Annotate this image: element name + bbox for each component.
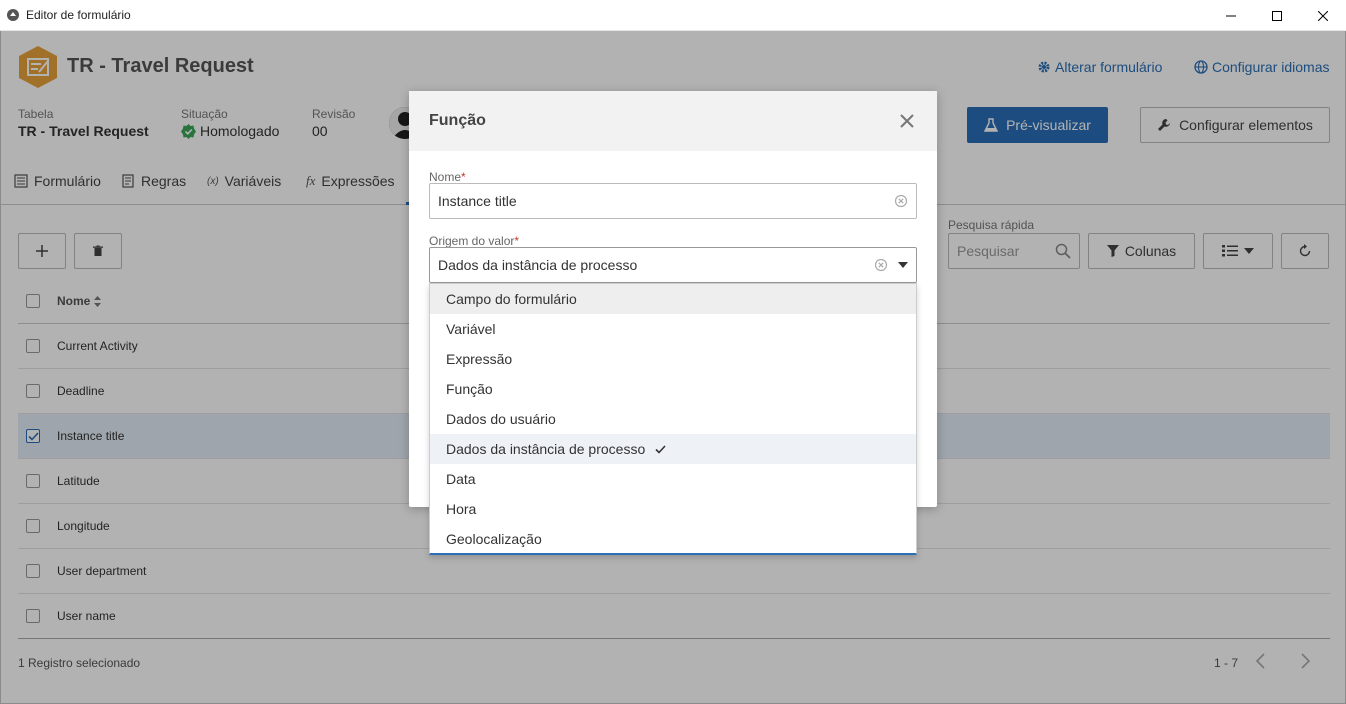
option-label: Expressão xyxy=(446,351,513,367)
dropdown-option-selected[interactable]: Dados da instância de processo xyxy=(430,434,916,464)
origin-field-label: Origem do valor* xyxy=(429,234,519,248)
dropdown-option[interactable]: Variável xyxy=(430,314,916,344)
dialog-title: Função xyxy=(429,112,486,129)
origin-label-text: Origem do valor xyxy=(429,234,515,248)
checkmark-icon xyxy=(655,444,666,454)
close-window-button[interactable] xyxy=(1300,0,1346,31)
option-label: Campo do formulário xyxy=(446,291,577,307)
clear-icon[interactable] xyxy=(874,258,888,272)
minimize-icon xyxy=(1226,15,1236,16)
option-label: Hora xyxy=(446,501,477,517)
required-marker: * xyxy=(514,234,520,248)
option-label: Função xyxy=(446,381,493,397)
chevron-down-icon[interactable] xyxy=(898,262,908,268)
dropdown-option[interactable]: Campo do formulário xyxy=(430,284,916,314)
close-icon xyxy=(900,114,914,128)
dropdown-option[interactable]: Hora xyxy=(430,494,916,524)
required-marker: * xyxy=(461,170,466,184)
dialog-header: Função xyxy=(409,91,937,151)
close-icon xyxy=(1318,10,1328,21)
origin-dropdown-list: Campo do formulário Variável Expressão F… xyxy=(429,283,917,555)
name-field[interactable]: Instance title xyxy=(429,183,917,219)
dropdown-option[interactable]: Data xyxy=(430,464,916,494)
option-label: Dados da instância de processo xyxy=(446,441,646,457)
clear-icon[interactable] xyxy=(894,194,908,208)
option-label: Variável xyxy=(446,321,496,337)
option-label: Geolocalização xyxy=(446,531,542,547)
dropdown-option[interactable]: Expressão xyxy=(430,344,916,374)
dropdown-option[interactable]: Dados do usuário xyxy=(430,404,916,434)
origin-select-value: Dados da instância de processo xyxy=(438,257,638,273)
dropdown-option[interactable]: Função xyxy=(430,374,916,404)
option-label: Data xyxy=(446,471,476,487)
origin-select[interactable]: Dados da instância de processo xyxy=(429,247,917,283)
maximize-icon xyxy=(1272,10,1282,21)
maximize-button[interactable] xyxy=(1254,0,1300,31)
name-field-label: Nome* xyxy=(429,170,466,184)
minimize-button[interactable] xyxy=(1208,0,1254,31)
dialog-close-button[interactable] xyxy=(897,111,917,131)
name-field-value: Instance title xyxy=(438,193,517,209)
app-icon xyxy=(7,9,19,21)
dropdown-option[interactable]: Geolocalização xyxy=(430,524,916,554)
option-label: Dados do usuário xyxy=(446,411,556,427)
window-titlebar: Editor de formulário xyxy=(0,0,1346,31)
window-title: Editor de formulário xyxy=(26,8,131,22)
name-label-text: Nome xyxy=(429,170,462,184)
